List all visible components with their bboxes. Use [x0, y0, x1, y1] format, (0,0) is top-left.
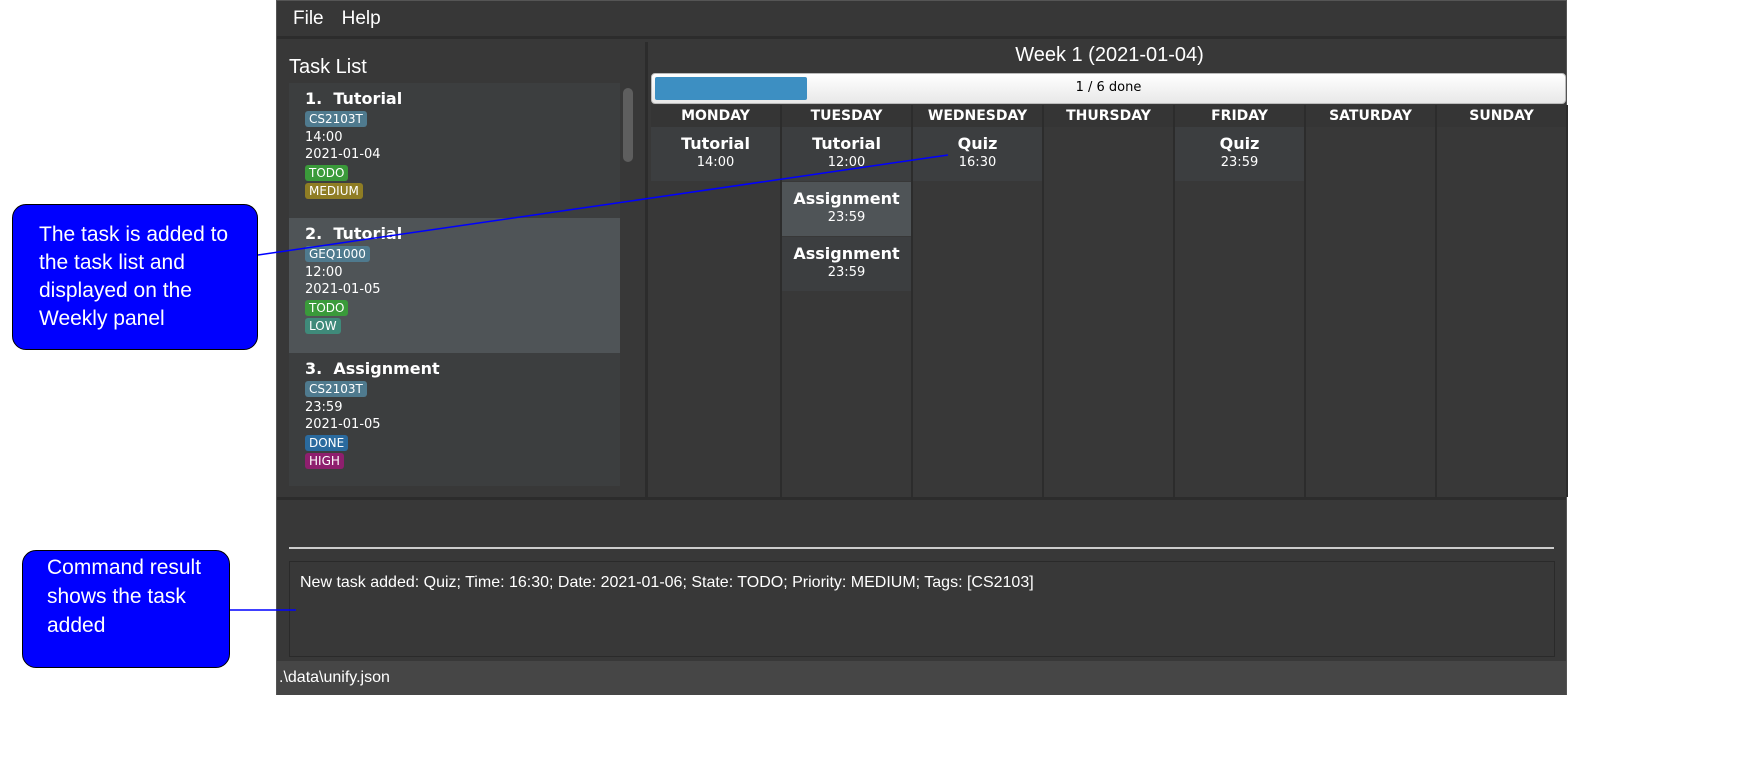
task-time: 23:59 — [305, 400, 343, 415]
day-header: SATURDAY — [1306, 105, 1435, 127]
week-event[interactable]: Quiz 23:59 — [1175, 127, 1304, 181]
progress-label: 1 / 6 done — [1075, 80, 1142, 95]
week-grid: MONDAY Tutorial 14:00 TUESDAY Tutorial 12:00 A… — [651, 105, 1568, 497]
day-column-sunday: SUNDAY — [1437, 105, 1568, 497]
task-date: 2021-01-05 — [305, 282, 381, 297]
progress-bar: 1 / 6 done — [651, 73, 1566, 104]
event-time: 23:59 — [827, 210, 866, 225]
event-name: Quiz — [1219, 134, 1260, 153]
task-title: 2. Tutorial — [305, 224, 403, 243]
task-date: 2021-01-04 — [305, 147, 381, 162]
task-title: 1. Tutorial — [305, 89, 403, 108]
task-state-badge: DONE — [305, 435, 349, 451]
task-list-panel: Task List 1. Tutorial CS2103T 14:00 2021… — [277, 42, 648, 497]
task-title: 3. Assignment — [305, 359, 440, 378]
task-time: 14:00 — [305, 130, 343, 145]
event-time: 23:59 — [827, 265, 866, 280]
event-time: 16:30 — [958, 155, 997, 170]
result-display: New task added: Quiz; Time: 16:30; Date:… — [289, 561, 1555, 657]
task-state-badge: TODO — [305, 165, 349, 181]
task-tag: CS2103T — [305, 111, 367, 127]
day-column-tuesday: TUESDAY Tutorial 12:00 Assignment 23:59 Assig… — [782, 105, 913, 497]
week-event[interactable]: Tutorial 14:00 — [651, 127, 780, 181]
week-event[interactable]: Tutorial 12:00 — [782, 127, 911, 181]
weekly-panel: Week 1 (2021-01-04) 1 / 6 done MONDAY Tut… — [651, 42, 1568, 497]
task-list[interactable]: 1. Tutorial CS2103T 14:00 2021-01-04 TOD… — [289, 83, 620, 486]
week-event[interactable]: Assignment 23:59 — [782, 237, 911, 291]
event-name: Assignment — [793, 189, 900, 208]
menu-file[interactable]: File — [293, 8, 324, 30]
task-card[interactable]: 3. Assignment CS2103T 23:59 2021-01-05 D… — [289, 353, 620, 486]
task-card[interactable]: 2. Tutorial GEQ1000 12:00 2021-01-05 TOD… — [289, 218, 620, 353]
callout-command-result: Command result shows the task added — [22, 550, 230, 668]
event-name: Quiz — [957, 134, 998, 153]
task-tag: GEQ1000 — [305, 246, 370, 262]
event-time: 23:59 — [1220, 155, 1259, 170]
callout-task-added: The task is added to the task list and d… — [12, 204, 258, 350]
task-time: 12:00 — [305, 265, 343, 280]
task-card[interactable]: 1. Tutorial CS2103T 14:00 2021-01-04 TOD… — [289, 83, 620, 218]
day-column-saturday: SATURDAY — [1306, 105, 1437, 497]
day-column-thursday: THURSDAY — [1044, 105, 1175, 497]
event-name: Tutorial — [681, 134, 750, 153]
event-time: 12:00 — [827, 155, 866, 170]
day-column-wednesday: WEDNESDAY Quiz 16:30 — [913, 105, 1044, 497]
task-priority-badge: HIGH — [305, 453, 344, 469]
menu-bar: File Help — [277, 1, 1566, 39]
day-column-monday: MONDAY Tutorial 14:00 — [651, 105, 782, 497]
day-header: FRIDAY — [1175, 105, 1304, 127]
week-event[interactable]: Quiz 16:30 — [913, 127, 1042, 181]
event-name: Assignment — [793, 244, 900, 263]
day-header: WEDNESDAY — [913, 105, 1042, 127]
day-header: MONDAY — [651, 105, 780, 127]
event-time: 14:00 — [696, 155, 735, 170]
task-tag: CS2103T — [305, 381, 367, 397]
task-date: 2021-01-05 — [305, 417, 381, 432]
task-list-title: Task List — [289, 56, 367, 78]
task-state-badge: TODO — [305, 300, 349, 316]
scrollbar[interactable] — [623, 88, 633, 162]
command-input[interactable] — [289, 547, 1554, 549]
event-name: Tutorial — [812, 134, 881, 153]
day-column-friday: FRIDAY Quiz 23:59 — [1175, 105, 1306, 497]
command-box[interactable] — [277, 497, 1566, 555]
day-header: SUNDAY — [1437, 105, 1566, 127]
menu-help[interactable]: Help — [342, 8, 381, 30]
app-window: File Help Task List 1. Tutorial CS2103T … — [276, 0, 1568, 695]
week-event[interactable]: Assignment 23:59 — [782, 182, 911, 236]
day-header: THURSDAY — [1044, 105, 1173, 127]
task-priority-badge: MEDIUM — [305, 183, 363, 199]
day-header: TUESDAY — [782, 105, 911, 127]
status-bar: .\data\unify.json — [277, 661, 1566, 695]
week-title: Week 1 (2021-01-04) — [1015, 44, 1204, 66]
task-priority-badge: LOW — [305, 318, 341, 334]
